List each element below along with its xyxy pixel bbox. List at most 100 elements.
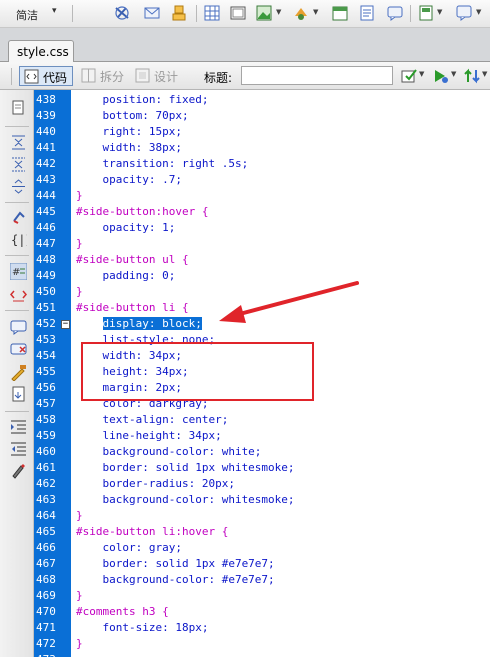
code-text: padding: 0;: [76, 268, 175, 284]
comment-icon[interactable]: [386, 4, 404, 22]
code-text: font-size: 18px;: [76, 620, 208, 636]
code-line: 466 color: gray;: [0, 540, 490, 556]
workspace-switcher[interactable]: 简洁: [16, 7, 38, 23]
code-text: line-height: 34px;: [76, 428, 221, 444]
code-line: 443 opacity: .7;: [0, 172, 490, 188]
code-text: border: solid 1px whitesmoke;: [76, 460, 295, 476]
line-number: 467: [36, 557, 56, 570]
code-line: 467 border: solid 1px #e7e7e7;: [0, 556, 490, 572]
tag-chooser-icon[interactable]: [455, 4, 473, 22]
code-token: #side-button ul {: [76, 253, 189, 266]
chevron-down-icon[interactable]: ▾: [52, 6, 57, 16]
chevron-down-icon[interactable]: ▼: [419, 70, 424, 78]
code-line: 471 font-size: 18px;: [0, 620, 490, 636]
split-view-label: 拆分: [100, 70, 125, 84]
media-icon[interactable]: [292, 4, 310, 22]
code-token: #comments h3 {: [76, 605, 169, 618]
design-view-button[interactable]: 设计: [131, 66, 184, 86]
code-token: }: [76, 285, 83, 298]
anchor-icon[interactable]: [170, 4, 188, 22]
line-number: 452: [36, 317, 56, 330]
code-line: 441 width: 38px;: [0, 140, 490, 156]
table-icon[interactable]: [203, 4, 221, 22]
code-line: 439 bottom: 70px;: [0, 108, 490, 124]
code-text: #side-button ul {: [76, 252, 189, 268]
line-number: 463: [36, 493, 56, 506]
validate-icon[interactable]: [400, 67, 418, 85]
design-view-icon: [135, 68, 150, 83]
chevron-down-icon[interactable]: ▼: [276, 8, 281, 16]
title-input[interactable]: [241, 66, 393, 85]
code-token: }: [76, 189, 83, 202]
server-include-icon[interactable]: [358, 4, 376, 22]
line-number: 447: [36, 237, 56, 250]
image-icon[interactable]: [255, 4, 273, 22]
line-number: 458: [36, 413, 56, 426]
toolbar-divider: [410, 5, 411, 22]
split-view-icon: [81, 68, 96, 83]
code-line: 451 #side-button li {: [0, 300, 490, 316]
code-token: opacity: .7;: [76, 173, 182, 186]
date-icon[interactable]: [331, 4, 349, 22]
code-text: #side-button:hover {: [76, 204, 208, 220]
email-icon[interactable]: [143, 4, 161, 22]
fold-toggle-icon[interactable]: −: [61, 320, 70, 329]
code-text: }: [76, 636, 83, 652]
line-number: 473: [36, 652, 60, 657]
split-view-button[interactable]: 拆分: [77, 66, 127, 86]
code-view-label: 代码: [43, 71, 68, 85]
code-text: opacity: .7;: [76, 172, 182, 188]
chevron-down-icon[interactable]: ▼: [437, 8, 442, 16]
line-number: 451: [36, 301, 56, 314]
code-line: 469}: [0, 588, 490, 604]
code-token: transition: right .5s;: [76, 157, 249, 170]
line-number: 465: [36, 525, 56, 538]
document-toolbar: 代码 拆分 设计 标题: ▼ ▼ ▼: [0, 62, 490, 90]
code-token: opacity: 1;: [76, 221, 176, 234]
line-number: 449: [36, 269, 56, 282]
code-text: width: 38px;: [76, 140, 181, 156]
chevron-down-icon[interactable]: ▼: [313, 8, 318, 16]
line-number: 459: [36, 429, 56, 442]
code-line: 442 transition: right .5s;: [0, 156, 490, 172]
code-text: }: [76, 508, 83, 524]
line-number: 453: [36, 333, 56, 346]
code-line: 448 #side-button ul {: [0, 252, 490, 268]
code-line: 444}: [0, 188, 490, 204]
code-line: 465 #side-button li:hover {: [0, 524, 490, 540]
chevron-down-icon[interactable]: ▼: [451, 70, 456, 78]
code-text: #side-button li:hover {: [76, 524, 228, 540]
line-number: 441: [36, 141, 56, 154]
code-token: }: [76, 237, 83, 250]
code-line: 460 background-color: white;: [0, 444, 490, 460]
template-icon[interactable]: [417, 4, 435, 22]
code-line: 438 position: fixed;: [0, 92, 490, 108]
design-view-label: 设计: [154, 70, 179, 84]
code-token: border-radius: 20px;: [76, 477, 235, 490]
code-text: }: [76, 236, 83, 252]
tab-style-css[interactable]: style.css: [8, 40, 74, 62]
layout-icon[interactable]: [229, 4, 247, 22]
code-text: }: [76, 284, 83, 300]
code-line: 473: [0, 652, 490, 657]
line-number: 443: [36, 173, 56, 186]
code-line: 461 border: solid 1px whitesmoke;: [0, 460, 490, 476]
code-line: 447}: [0, 236, 490, 252]
file-transfer-icon[interactable]: [463, 67, 481, 85]
toolbar-divider: [72, 5, 73, 22]
chevron-down-icon[interactable]: ▼: [476, 8, 481, 16]
code-text: background-color: whitesmoke;: [76, 492, 294, 508]
line-number: 466: [36, 541, 56, 554]
line-number: 440: [36, 125, 56, 138]
toolbar-divider: [196, 5, 197, 22]
line-number: 471: [36, 621, 56, 634]
code-text: background-color: #e7e7e7;: [76, 572, 274, 588]
code-view-button[interactable]: 代码: [19, 66, 73, 86]
code-line: 458 text-align: center;: [0, 412, 490, 428]
preview-icon[interactable]: [432, 67, 450, 85]
code-token: border: solid 1px whitesmoke;: [76, 461, 295, 474]
code-token: }: [76, 589, 83, 602]
code-text: display: block;: [76, 316, 202, 332]
no-tracking-icon[interactable]: [113, 4, 131, 22]
chevron-down-icon[interactable]: ▼: [482, 70, 487, 78]
